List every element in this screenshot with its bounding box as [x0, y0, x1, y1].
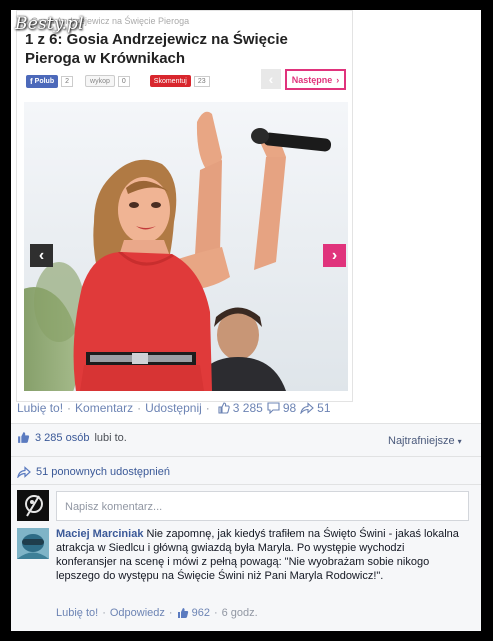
wykop-button[interactable]: wykop: [85, 75, 115, 87]
share-count: 51: [317, 401, 331, 415]
photo-prev-arrow[interactable]: ‹: [30, 244, 53, 267]
facebook-post: Gosia Andrzejewicz na Święcie Pieroga 1 …: [11, 10, 481, 631]
avatar[interactable]: [17, 528, 49, 559]
separator-dot: ·: [213, 607, 218, 619]
comment-like-count[interactable]: 962: [192, 607, 210, 619]
commenter-avatar-image: [17, 528, 49, 559]
comment-reply-link[interactable]: Odpowiedz: [110, 607, 165, 619]
share-count-stat[interactable]: 51: [300, 401, 331, 415]
comment-body: Maciej Marciniak Nie zapomnę, jak kiedyś…: [56, 527, 461, 583]
fb-like-button[interactable]: f Polub: [26, 74, 59, 88]
comment-article-button[interactable]: Skomentuj: [149, 75, 191, 87]
embedded-article-card[interactable]: Gosia Andrzejewicz na Święcie Pieroga 1 …: [16, 10, 353, 402]
like-count: 3 285: [232, 401, 263, 415]
separator-dot: ·: [205, 401, 210, 415]
comment-author[interactable]: Maciej Marciniak: [56, 528, 143, 540]
wykop-count: 0: [117, 75, 130, 87]
comment-link[interactable]: Komentarz: [75, 401, 133, 415]
thumbs-up-icon: [18, 432, 30, 443]
article-photo[interactable]: [24, 102, 348, 391]
comment-count-stat[interactable]: 98: [267, 401, 296, 415]
share-arrow-icon: [300, 402, 314, 414]
chevron-right-icon: ›: [331, 246, 338, 264]
likes-suffix: lubi to.: [94, 431, 127, 444]
previous-button[interactable]: ‹: [261, 69, 281, 89]
like-link[interactable]: Lubię to!: [17, 401, 63, 415]
singer-photo: [24, 102, 348, 391]
separator-dot: ·: [168, 607, 173, 619]
separator-dot: ·: [102, 607, 106, 619]
next-label: Następne: [291, 74, 333, 85]
sort-dropdown[interactable]: Najtrafniejsze ▾: [388, 435, 462, 447]
chevron-right-icon: ›: [336, 74, 340, 85]
separator-dot: ·: [67, 401, 72, 415]
likes-people-link[interactable]: 3 285 osób: [35, 432, 89, 444]
divider: [11, 456, 481, 457]
photo-next-arrow[interactable]: ›: [323, 244, 346, 267]
separator-dot: ·: [137, 401, 142, 415]
fb-like-count: 2: [61, 75, 74, 87]
thumbs-up-icon: [177, 608, 188, 618]
thumbs-up-icon: [218, 402, 230, 414]
caret-down-icon: ▾: [457, 436, 462, 446]
comment-count: 98: [282, 401, 297, 415]
share-link[interactable]: Udostępnij: [145, 401, 202, 415]
chevron-left-icon: ‹: [38, 246, 45, 264]
sort-label: Najtrafniejsze: [388, 435, 455, 447]
article-share-row: f Polub 2 wykop 0 Skomentuj 23: [26, 73, 210, 89]
next-button[interactable]: Następne ›: [285, 69, 346, 90]
divider: [11, 423, 481, 424]
comment-timestamp[interactable]: 6 godz.: [222, 607, 258, 619]
like-count-stat[interactable]: 3 285: [218, 401, 263, 415]
comment-bubble-icon: [267, 402, 280, 414]
site-watermark-logo: Besty.pl: [15, 14, 84, 34]
article-title[interactable]: 1 z 6: Gosia Andrzejewicz na Święcie Pie…: [25, 30, 345, 68]
user-avatar-image: [17, 490, 49, 521]
comment-input[interactable]: Napisz komentarz...: [56, 491, 469, 521]
wykop-label: wykop: [90, 77, 110, 85]
divider: [11, 484, 481, 485]
fb-like-label: Polub: [34, 77, 55, 85]
comment-article-label: Skomentuj: [153, 77, 187, 85]
shares-summary[interactable]: 51 ponownych udostępnień: [17, 466, 170, 478]
facebook-icon: f: [30, 76, 33, 86]
shares-text: 51 ponownych udostępnień: [36, 466, 170, 478]
avatar[interactable]: [17, 490, 49, 521]
article-comment-count: 23: [193, 75, 210, 87]
post-actions: Lubię to! · Komentarz · Udostępnij · 3 2…: [17, 401, 331, 415]
comment-meta: Lubię to! · Odpowiedz · 962 · 6 godz.: [56, 607, 258, 619]
likes-summary: 3 285 osób lubi to.: [17, 431, 127, 444]
share-arrow-icon: [17, 466, 31, 478]
comment-like-link[interactable]: Lubię to!: [56, 607, 98, 619]
